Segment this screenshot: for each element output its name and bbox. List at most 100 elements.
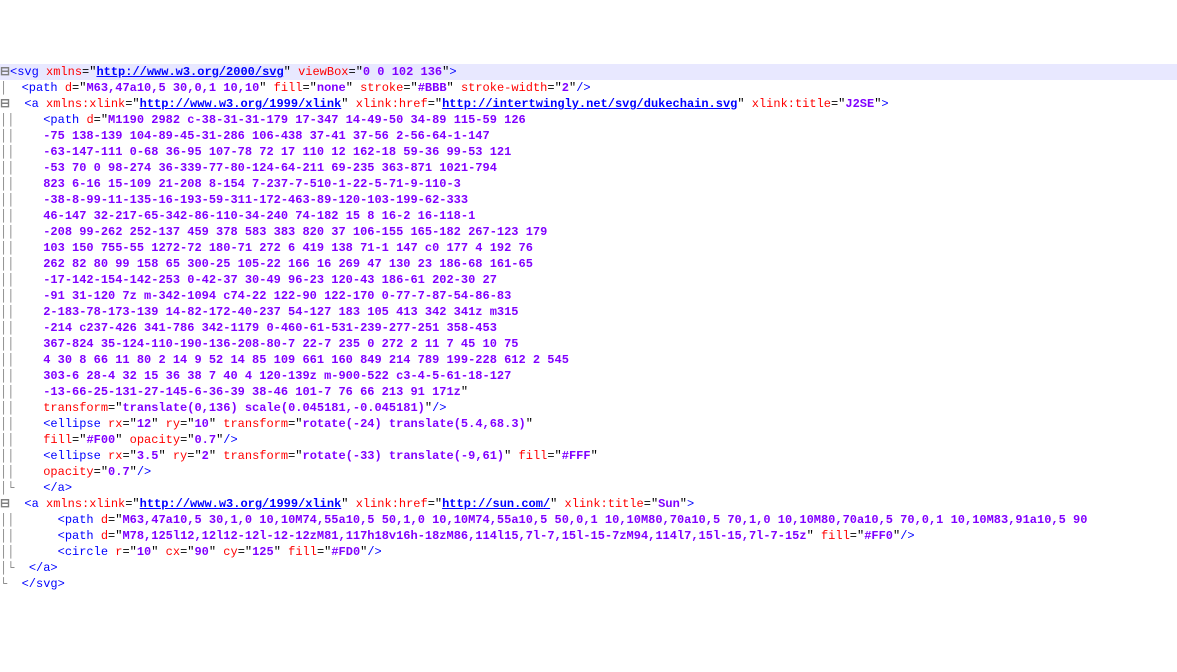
- attr-value-token: translate(0,136) scale(0.045181,-0.04518…: [122, 401, 424, 415]
- code-line: └ </svg>: [0, 576, 1177, 592]
- punct-token: ": [346, 81, 360, 95]
- punct-token: ": [209, 449, 223, 463]
- tag-token: />: [367, 545, 381, 559]
- attr-name-token: d: [86, 113, 93, 127]
- fold-toggle[interactable]: ⊟: [0, 96, 10, 112]
- attr-value-token: 303-6 28-4 32 15 36 38 7 40 4 120-139z m…: [43, 369, 511, 383]
- line-content: <circle r="10" cx="90" cy="125" fill="#F…: [14, 545, 381, 559]
- attr-name-token: cy: [223, 545, 237, 559]
- code-editor[interactable]: ⊟<svg xmlns="http://www.w3.org/2000/svg"…: [0, 64, 1177, 592]
- link-text[interactable]: http://www.w3.org/1999/xlink: [140, 497, 342, 511]
- line-content: </svg>: [7, 577, 65, 591]
- code-line: ││ <circle r="10" cx="90" cy="125" fill=…: [0, 544, 1177, 560]
- punct-token: =": [238, 545, 252, 559]
- attr-name-token: viewBox: [298, 65, 348, 79]
- punct-token: ": [274, 545, 288, 559]
- fold-toggle[interactable]: ⊟: [0, 496, 10, 512]
- punct-token: ": [151, 545, 165, 559]
- code-line: ││ 4 30 8 66 11 80 2 14 9 52 14 85 109 6…: [0, 352, 1177, 368]
- attr-value-token: #FFF: [562, 449, 591, 463]
- punct-token: =": [125, 97, 139, 111]
- attr-value-token: 0.7: [108, 465, 130, 479]
- tag-token: <ellipse: [43, 417, 101, 431]
- tag-token: />: [223, 433, 237, 447]
- punct-token: ": [158, 449, 172, 463]
- punct-token: =": [122, 449, 136, 463]
- code-line: ││ -38-8-99-11-135-16-193-59-311-172-463…: [0, 192, 1177, 208]
- tag-token: </a>: [29, 561, 58, 575]
- attr-name-token: xlink:href: [356, 97, 428, 111]
- line-content: -53 70 0 98-274 36-339-77-80-124-64-211 …: [14, 161, 497, 175]
- attr-value-token: M1190 2982 c-38-31-31-179 17-347 14-49-5…: [108, 113, 526, 127]
- tag-token: />: [900, 529, 914, 543]
- code-line: ││ 2-183-78-173-139 14-82-172-40-237 54-…: [0, 304, 1177, 320]
- tag-token: <svg: [10, 65, 39, 79]
- code-line: ││ -214 c237-426 341-786 342-1179 0-460-…: [0, 320, 1177, 336]
- attr-name-token: rx: [108, 417, 122, 431]
- punct-token: ": [341, 497, 355, 511]
- punct-token: =": [108, 513, 122, 527]
- punct-token: =": [122, 417, 136, 431]
- code-line: ││ <ellipse rx="12" ry="10" transform="r…: [0, 416, 1177, 432]
- line-content: <path d="M63,47a10,5 30,0,1 10,10" fill=…: [7, 81, 590, 95]
- fold-toggle[interactable]: ⊟: [0, 64, 10, 80]
- attr-value-token: -17-142-154-142-253 0-42-37 30-49 96-23 …: [43, 273, 497, 287]
- code-line: ││ -63-147-111 0-68 36-95 107-78 72 17 1…: [0, 144, 1177, 160]
- attr-value-token: -91 31-120 7z m-342-1094 c74-22 122-90 1…: [43, 289, 511, 303]
- attr-value-token: 2: [562, 81, 569, 95]
- attr-name-token: stroke-width: [461, 81, 547, 95]
- line-content: <svg xmlns="http://www.w3.org/2000/svg" …: [10, 65, 457, 79]
- attr-value-token: M63,47a10,5 30,0,1 10,10: [86, 81, 259, 95]
- attr-value-token: -208 99-262 252-137 459 378 583 383 820 …: [43, 225, 547, 239]
- line-content: 2-183-78-173-139 14-82-172-40-237 54-127…: [14, 305, 518, 319]
- code-line: │ <path d="M63,47a10,5 30,0,1 10,10" fil…: [0, 80, 1177, 96]
- line-content: 367-824 35-124-110-190-136-208-80-7 22-7…: [14, 337, 518, 351]
- punct-token: =": [428, 497, 442, 511]
- punct-token: ": [130, 465, 137, 479]
- link-text[interactable]: http://www.w3.org/1999/xlink: [140, 97, 342, 111]
- line-content: <path d="M78,125l12,12l12-12l-12-12zM81,…: [14, 529, 914, 543]
- punct-token: =": [547, 449, 561, 463]
- link-text[interactable]: http://www.w3.org/2000/svg: [96, 65, 283, 79]
- link-text[interactable]: http://sun.com/: [442, 497, 550, 511]
- punct-token: ": [504, 449, 518, 463]
- tag-token: >: [881, 97, 888, 111]
- attr-name-token: ry: [173, 449, 187, 463]
- punct-token: ": [284, 65, 298, 79]
- punct-token: ": [526, 417, 533, 431]
- punct-token: [39, 497, 46, 511]
- tag-token: <path: [22, 81, 58, 95]
- line-content: <path d="M1190 2982 c-38-31-31-179 17-34…: [14, 113, 525, 127]
- link-text[interactable]: http://intertwingly.net/svg/dukechain.sv…: [442, 97, 737, 111]
- attr-value-token: 4 30 8 66 11 80 2 14 9 52 14 85 109 661 …: [43, 353, 569, 367]
- attr-value-token: 2-183-78-173-139 14-82-172-40-237 54-127…: [43, 305, 518, 319]
- line-content: -91 31-120 7z m-342-1094 c74-22 122-90 1…: [14, 289, 511, 303]
- code-line: ││ -91 31-120 7z m-342-1094 c74-22 122-9…: [0, 288, 1177, 304]
- punct-token: ": [591, 449, 598, 463]
- attr-name-token: xmlns:xlink: [46, 97, 125, 111]
- attr-name-token: d: [101, 513, 108, 527]
- punct-token: =": [547, 81, 561, 95]
- punct-token: [101, 449, 108, 463]
- tag-token: </svg>: [22, 577, 65, 591]
- attr-value-token: #FF0: [864, 529, 893, 543]
- punct-token: [58, 81, 65, 95]
- punct-token: =": [349, 65, 363, 79]
- punct-token: =": [94, 465, 108, 479]
- code-line: ││ 262 82 80 99 158 65 300-25 105-22 166…: [0, 256, 1177, 272]
- code-line: ││ -17-142-154-142-253 0-42-37 30-49 96-…: [0, 272, 1177, 288]
- attr-value-token: -214 c237-426 341-786 342-1179 0-460-61-…: [43, 321, 497, 335]
- code-line: ││ -208 99-262 252-137 459 378 583 383 8…: [0, 224, 1177, 240]
- line-content: -17-142-154-142-253 0-42-37 30-49 96-23 …: [14, 273, 497, 287]
- code-line: │└ </a>: [0, 480, 1177, 496]
- tag-token: <a: [24, 97, 38, 111]
- attr-value-token: 12: [137, 417, 151, 431]
- punct-token: [39, 65, 46, 79]
- line-content: 4 30 8 66 11 80 2 14 9 52 14 85 109 661 …: [14, 353, 569, 367]
- tag-token: <path: [43, 113, 79, 127]
- attr-value-token: 10: [194, 417, 208, 431]
- punct-token: =": [72, 433, 86, 447]
- code-line: ││ -53 70 0 98-274 36-339-77-80-124-64-2…: [0, 160, 1177, 176]
- punct-token: ": [461, 385, 468, 399]
- code-line: │└ </a>: [0, 560, 1177, 576]
